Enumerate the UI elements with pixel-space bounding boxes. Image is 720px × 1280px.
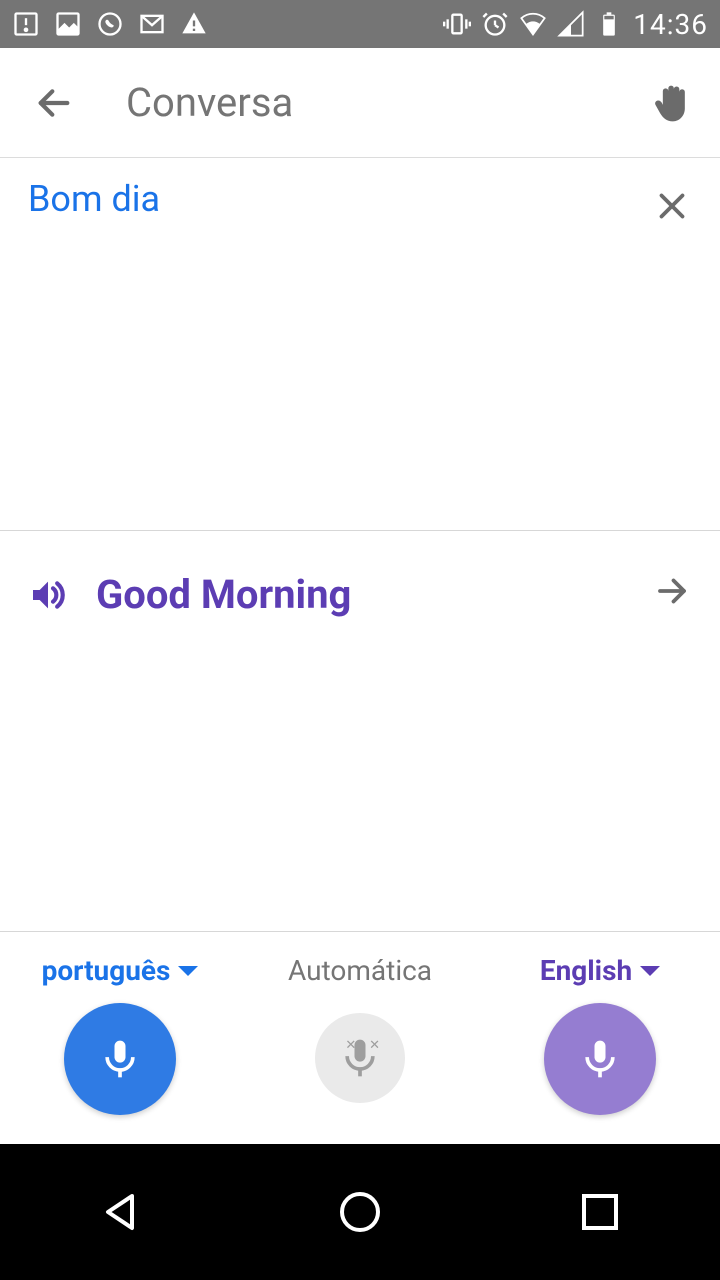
chevron-down-icon <box>640 966 660 976</box>
speaker-icon[interactable] <box>28 575 68 615</box>
wifi-icon <box>519 10 547 38</box>
status-right-icons: 14:36 <box>443 8 708 41</box>
target-language-pane[interactable]: Good Morning <box>0 531 720 931</box>
source-language-selector[interactable]: português <box>42 954 199 987</box>
status-left-icons <box>12 10 208 38</box>
nav-home-button[interactable] <box>330 1182 390 1242</box>
translated-text: Good Morning <box>96 571 351 618</box>
source-text: Bom dia <box>28 178 692 220</box>
source-language-column: português <box>0 954 240 1115</box>
source-language-pane[interactable]: Bom dia <box>0 158 720 530</box>
back-button[interactable] <box>30 79 78 127</box>
page-title: Conversa <box>126 79 293 126</box>
signal-icon <box>557 10 585 38</box>
auto-mic-button[interactable]: ✕✕ <box>315 1013 405 1103</box>
image-icon <box>54 10 82 38</box>
app-bar: Conversa <box>0 48 720 158</box>
status-bar: 14:36 <box>0 0 720 48</box>
warning-icon <box>180 10 208 38</box>
battery-icon <box>595 10 623 38</box>
android-nav-bar <box>0 1144 720 1280</box>
notification-alert-icon <box>12 10 40 38</box>
auto-column: Automática ✕✕ <box>240 954 480 1103</box>
target-mic-button[interactable] <box>544 1003 656 1115</box>
gmail-icon <box>138 10 166 38</box>
hand-icon[interactable] <box>648 79 696 127</box>
svg-text:✕: ✕ <box>345 1038 356 1053</box>
nav-back-button[interactable] <box>90 1182 150 1242</box>
source-mic-button[interactable] <box>64 1003 176 1115</box>
clear-button[interactable] <box>652 186 692 226</box>
svg-text:✕: ✕ <box>369 1038 380 1053</box>
content-area: Bom dia Good Morning português Automátic… <box>0 158 720 1145</box>
alarm-icon <box>481 10 509 38</box>
target-language-selector[interactable]: English <box>540 954 660 987</box>
status-time: 14:36 <box>633 8 708 41</box>
target-language-label: English <box>540 954 632 987</box>
target-language-column: English <box>480 954 720 1115</box>
language-controls: português Automática ✕✕ English <box>0 931 720 1145</box>
vibrate-icon <box>443 10 471 38</box>
nav-recents-button[interactable] <box>570 1182 630 1242</box>
chevron-down-icon <box>178 966 198 976</box>
forward-button[interactable] <box>652 571 692 611</box>
source-language-label: português <box>42 954 171 987</box>
whatsapp-icon <box>96 10 124 38</box>
auto-label: Automática <box>288 954 432 987</box>
